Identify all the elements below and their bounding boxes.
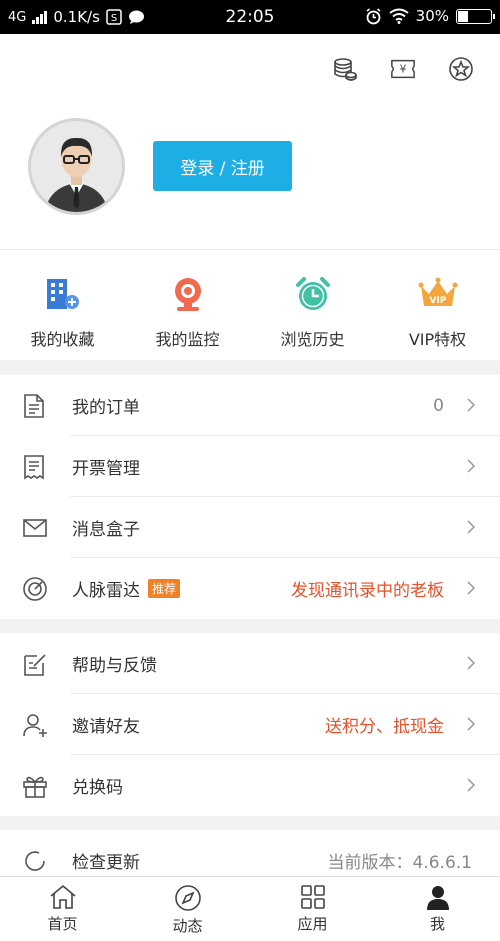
compass-icon (174, 885, 201, 911)
coins-icon[interactable] (332, 56, 358, 82)
list-item-orders[interactable]: 我的订单 0 (0, 375, 500, 436)
list-item-invoices[interactable]: 开票管理 (0, 436, 500, 497)
invite-promo-text: 送积分、抵现金 (325, 717, 444, 737)
document-icon (24, 393, 44, 418)
chevron-right-icon (467, 398, 476, 412)
battery-icon (456, 8, 495, 24)
wifi-icon (389, 8, 409, 24)
nav-home[interactable]: 首页 (0, 877, 125, 941)
list-item-label: 我的订单 (72, 398, 140, 418)
chevron-right-icon (467, 459, 476, 473)
quick-item-label: 我的收藏 (30, 330, 95, 349)
radar-promo-text: 发现通讯录中的老板 (291, 581, 444, 601)
edit-icon (24, 653, 46, 676)
refresh-icon (25, 850, 45, 871)
list-item-contact-radar[interactable]: 人脉雷达 推荐 发现通讯录中的老板 (0, 558, 500, 619)
list-item-redeem-code[interactable]: 兑换码 (0, 755, 500, 816)
avatar[interactable] (28, 118, 125, 215)
list-item-help-feedback[interactable]: 帮助与反馈 (0, 633, 500, 694)
chevron-right-icon (467, 656, 476, 670)
alarm-icon (366, 7, 381, 24)
list-item-invite-friends[interactable]: 邀请好友 送积分、抵现金 (0, 694, 500, 755)
gift-icon (23, 776, 47, 798)
webcam-icon (168, 274, 208, 314)
mail-icon (23, 518, 47, 537)
battery-percent: 30% (415, 7, 449, 25)
nav-apps[interactable]: 应用 (250, 877, 375, 941)
ticket-icon[interactable]: ¥ (390, 56, 416, 82)
list-item-label: 检查更新 (72, 853, 140, 873)
quick-item-favorites[interactable]: 我的收藏 (0, 250, 125, 360)
user-icon (426, 886, 449, 910)
list-item-label: 邀请好友 (72, 717, 140, 737)
nav-label: 应用 (297, 915, 328, 933)
bottom-nav: 首页 动态 应用 我 (0, 876, 500, 941)
alarm-clock-icon (293, 274, 333, 314)
status-bar: 4G 0.1K/s S 22:05 30% (0, 0, 500, 34)
quick-item-label: 浏览历史 (280, 330, 345, 349)
menu-group-support: 帮助与反馈 邀请好友 送积分、抵现金 兑换码 (0, 633, 500, 816)
quick-item-label: 我的监控 (155, 330, 220, 349)
svg-text:VIP: VIP (429, 296, 446, 306)
chevron-right-icon (467, 581, 476, 595)
nav-label: 我 (429, 915, 445, 933)
building-plus-icon (43, 274, 83, 314)
nav-me[interactable]: 我 (375, 877, 500, 941)
nav-label: 首页 (47, 915, 78, 933)
list-item-check-update[interactable]: 检查更新 当前版本：4.6.6.1 (0, 830, 500, 876)
order-count: 0 (433, 395, 444, 416)
add-user-icon (23, 713, 47, 737)
quick-item-vip[interactable]: VIP VIP特权 (375, 250, 500, 360)
list-item-label: 人脉雷达 (72, 581, 140, 601)
radar-icon (23, 576, 47, 601)
quick-item-history[interactable]: 浏览历史 (250, 250, 375, 360)
chevron-right-icon (467, 778, 476, 792)
grid-icon (300, 885, 325, 909)
quick-actions: 我的收藏 我的监控 浏览历史 VIP VIP特权 (0, 250, 500, 360)
list-item-label: 开票管理 (72, 459, 140, 479)
menu-group-update: 检查更新 当前版本：4.6.6.1 (0, 830, 500, 876)
recommend-badge: 推荐 (148, 579, 181, 598)
list-item-label: 兑换码 (72, 778, 123, 798)
crown-icon: VIP (418, 274, 458, 314)
svg-text:¥: ¥ (400, 65, 407, 76)
login-register-button[interactable]: 登录 / 注册 (153, 141, 292, 191)
chevron-right-icon (467, 520, 476, 534)
quick-item-monitor[interactable]: 我的监控 (125, 250, 250, 360)
nav-label: 动态 (172, 917, 203, 935)
list-item-label: 帮助与反馈 (72, 656, 157, 676)
nav-feed[interactable]: 动态 (125, 877, 250, 941)
list-item-label: 消息盒子 (72, 520, 140, 540)
home-icon (49, 884, 76, 909)
receipt-icon (24, 454, 44, 479)
profile-header: ¥ 登录 / 注册 (0, 34, 500, 250)
menu-group-account: 我的订单 0 开票管理 消息盒子 人脉雷达 推荐 发现通讯录中的老板 (0, 375, 500, 619)
list-item-messages[interactable]: 消息盒子 (0, 497, 500, 558)
version-text: 当前版本：4.6.6.1 (327, 853, 472, 873)
chevron-right-icon (467, 717, 476, 731)
star-icon[interactable] (448, 56, 474, 82)
quick-item-label: VIP特权 (408, 330, 467, 349)
